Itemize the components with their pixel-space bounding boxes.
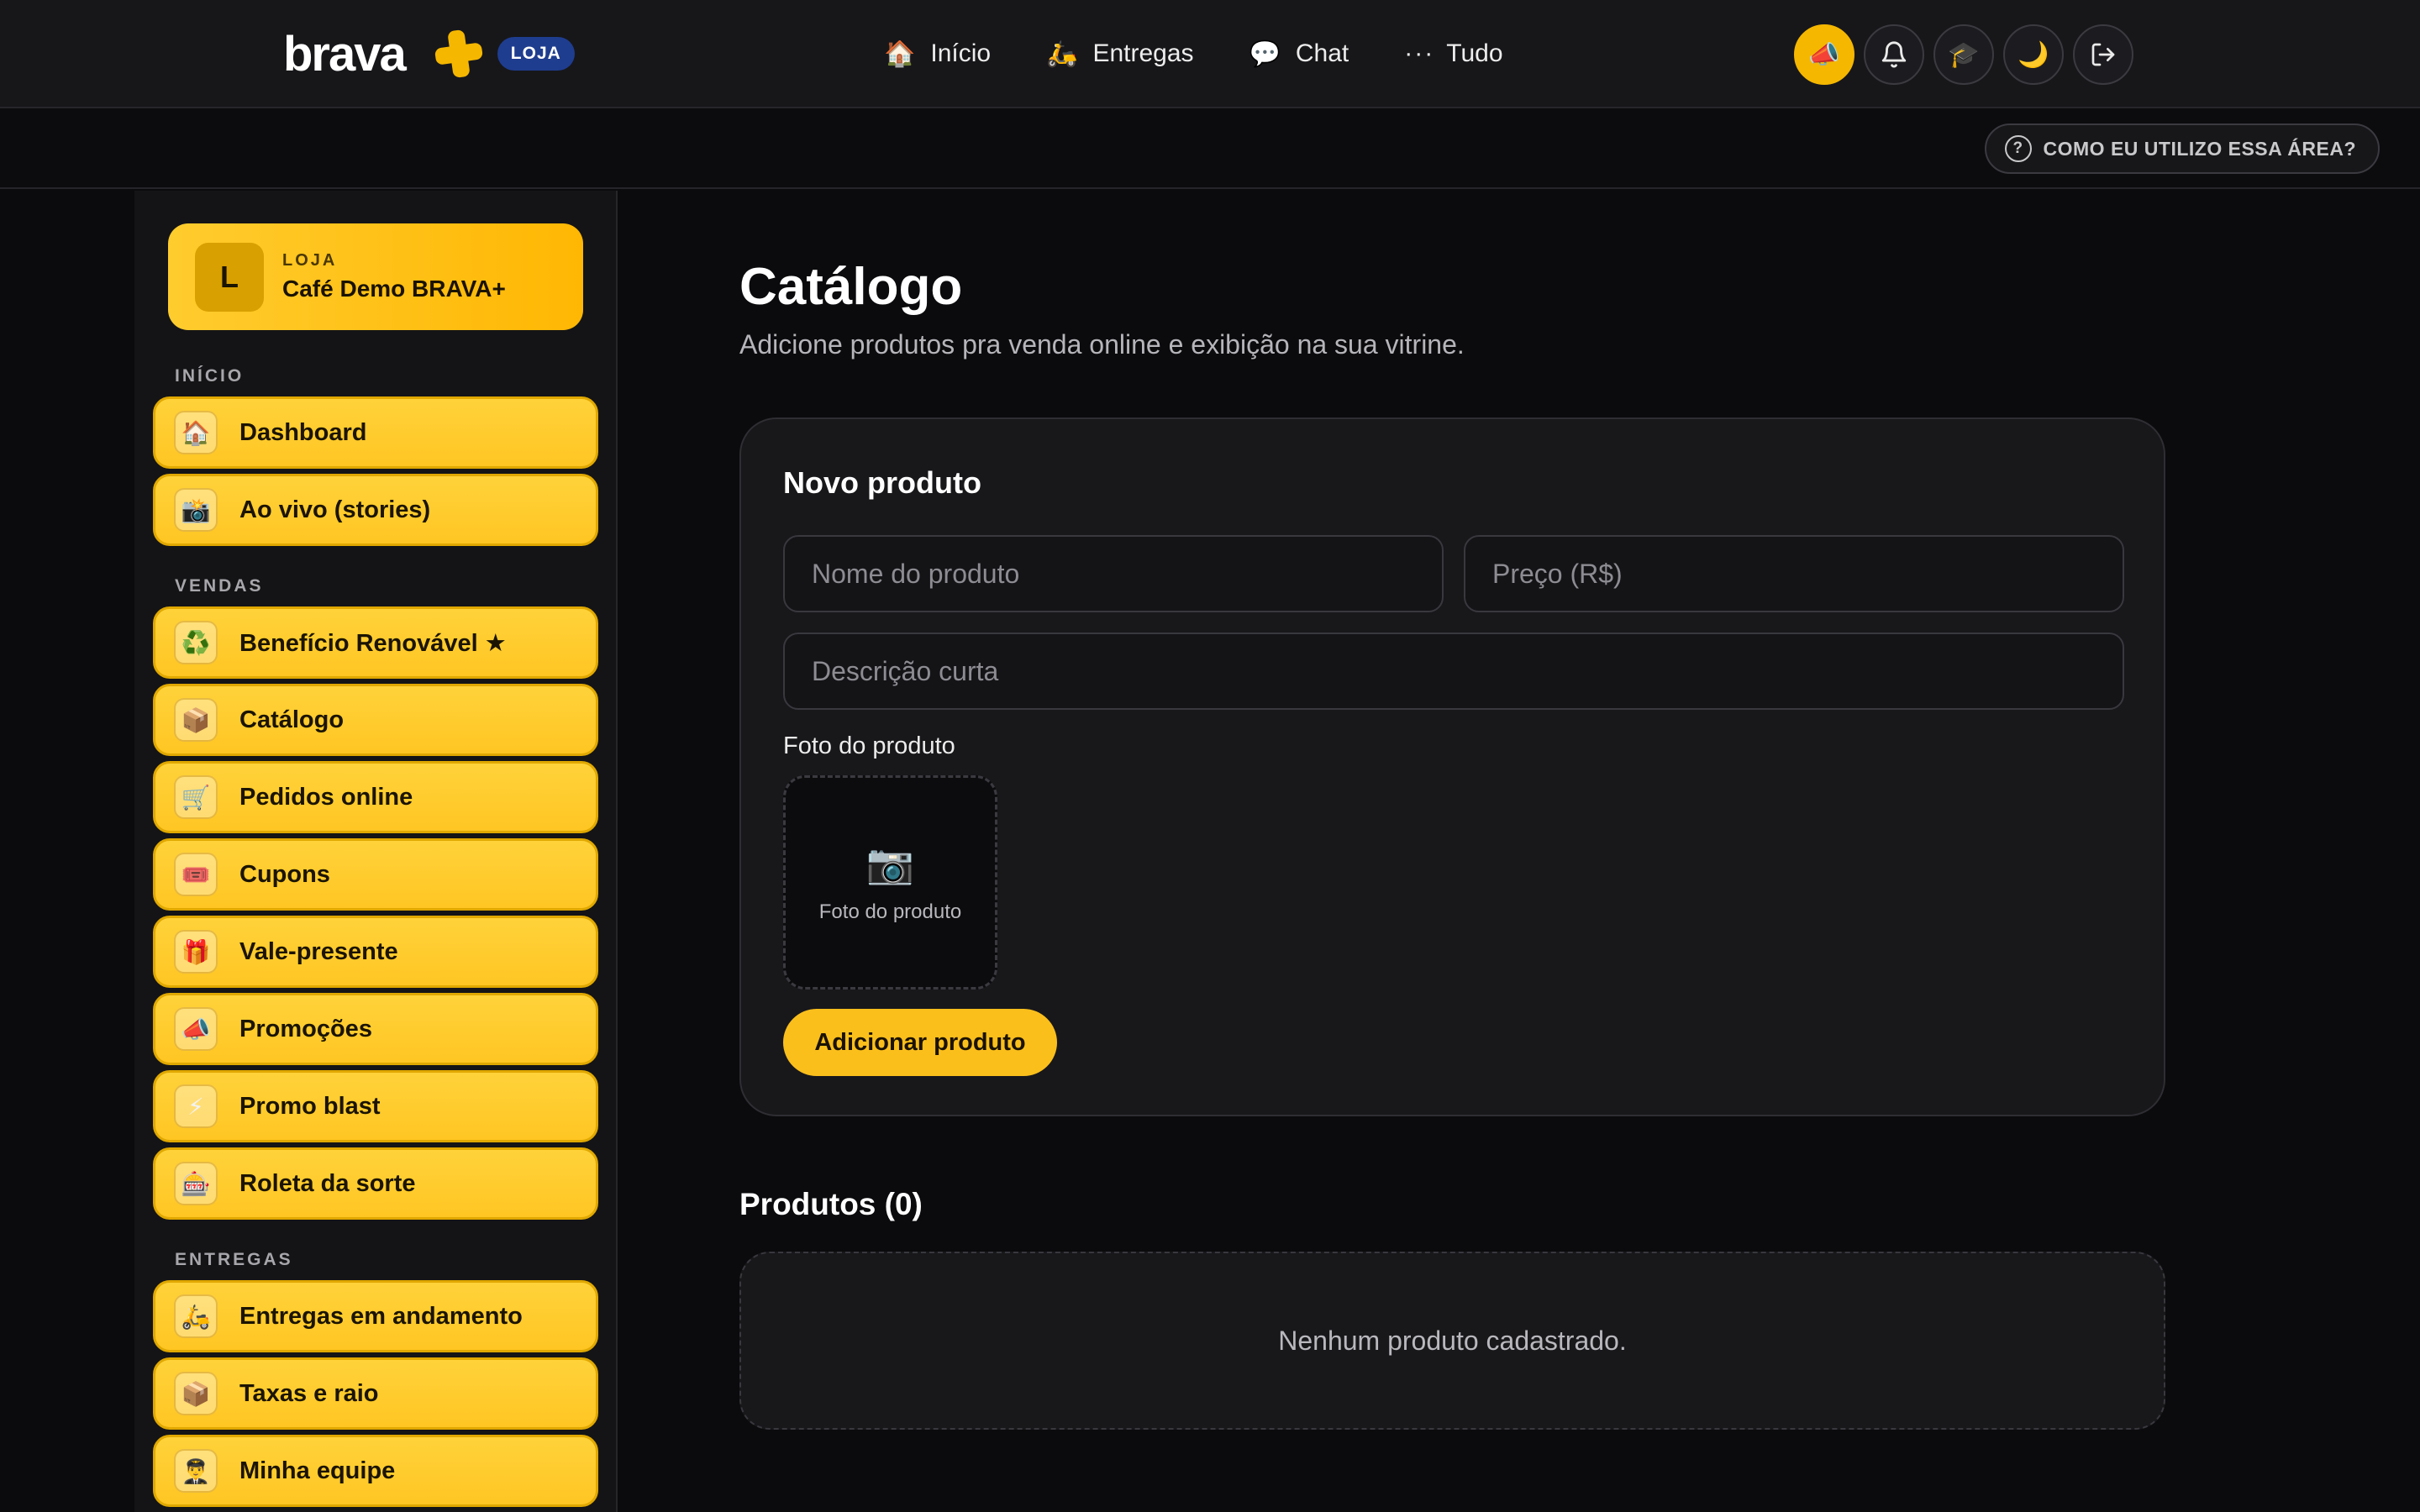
section-label-vendas: VENDAS [175, 576, 264, 596]
bell-icon [1881, 41, 1907, 68]
nav-link-inicio[interactable]: 🏠 Início [884, 39, 991, 69]
sidebar-item-label: Roleta da sorte [239, 1169, 416, 1197]
sidebar-item-label: Vale-presente [239, 937, 398, 965]
sidebar: L LOJA Café Demo BRAVA+ INÍCIO 🏠 Dashboa… [134, 191, 618, 1512]
help-button[interactable]: ? COMO EU UTILIZO ESSA ÁREA? [1984, 123, 2380, 174]
gift-icon: 🎁 [174, 930, 218, 974]
megaphone-icon: 📣 [174, 1007, 218, 1051]
page-title: Catálogo [739, 258, 963, 316]
sidebar-item-roleta-da-sorte[interactable]: 🎰 Roleta da sorte [153, 1147, 598, 1220]
sidebar-item-label: Cupons [239, 860, 330, 888]
learn-button[interactable]: 🎓 [1933, 24, 1994, 85]
product-price-input[interactable] [1464, 535, 2124, 612]
sidebar-item-label: Minha equipe [239, 1457, 396, 1484]
package-icon: 📦 [174, 1372, 218, 1415]
section-label-inicio: INÍCIO [175, 366, 245, 386]
sidebar-item-ao-vivo[interactable]: 📸 Ao vivo (stories) [153, 474, 598, 546]
nav-link-label: Tudo [1446, 39, 1503, 67]
sidebar-item-label: Ao vivo (stories) [239, 496, 431, 523]
photo-upload-hint: Foto do produto [818, 900, 962, 923]
sidebar-item-label: Dashboard [239, 418, 367, 446]
sidebar-item-pedidos-online[interactable]: 🛒 Pedidos online [153, 761, 598, 833]
recycle-icon: ♻️ [174, 621, 218, 664]
scooter-icon: 🛵 [174, 1294, 218, 1338]
cart-icon: 🛒 [174, 775, 218, 819]
nav-link-label: Entregas [1092, 39, 1194, 67]
nav-link-entregas[interactable]: 🛵 Entregas [1046, 39, 1193, 69]
sidebar-item-taxas-e-raio[interactable]: 📦 Taxas e raio [153, 1357, 598, 1430]
nav-link-chat[interactable]: 💬 Chat [1249, 39, 1349, 69]
notifications-button[interactable] [1864, 24, 1924, 85]
home-icon: 🏠 [174, 411, 218, 454]
top-navbar: brava LOJA 🏠 Início 🛵 Entregas 💬 Chat ··… [0, 0, 2420, 108]
camera-icon: 📷 [865, 842, 915, 885]
lightning-icon: ⚡ [174, 1084, 218, 1128]
store-badge: LOJA [497, 37, 575, 71]
ticket-icon: 🎟️ [174, 853, 218, 896]
main-nav: 🏠 Início 🛵 Entregas 💬 Chat ··· Tudo [884, 30, 1559, 77]
sidebar-item-catalogo[interactable]: 📦 Catálogo [153, 684, 598, 756]
sidebar-item-entregas-em-andamento[interactable]: 🛵 Entregas em andamento [153, 1280, 598, 1352]
megaphone-icon: 📣 [1808, 40, 1840, 69]
sidebar-item-label: Benefício Renovável ★ [239, 629, 507, 657]
question-icon: ? [2004, 135, 2032, 162]
photo-label: Foto do produto [783, 732, 955, 759]
sidebar-item-vale-presente[interactable]: 🎁 Vale-presente [153, 916, 598, 988]
product-name-input[interactable] [783, 535, 1444, 612]
sidebar-item-label: Promo blast [239, 1092, 381, 1120]
camera-flash-icon: 📸 [174, 488, 218, 532]
promo-button[interactable]: 📣 [1794, 24, 1854, 85]
photo-upload-dropzone[interactable]: 📷 Foto do produto [783, 775, 997, 990]
sidebar-item-label: Catálogo [239, 706, 345, 733]
new-product-card: Novo produto Foto do produto 📷 Foto do p… [739, 417, 2165, 1116]
sidebar-item-minha-equipe[interactable]: 👨‍✈️ Minha equipe [153, 1435, 598, 1507]
store-card[interactable]: L LOJA Café Demo BRAVA+ [168, 223, 583, 330]
help-label: COMO EU UTILIZO ESSA ÁREA? [2043, 137, 2356, 160]
chat-bubble-icon: 💬 [1249, 39, 1281, 68]
nav-link-label: Chat [1295, 39, 1349, 67]
logout-icon [2091, 43, 2115, 66]
logout-button[interactable] [2073, 24, 2133, 85]
sidebar-item-promocoes[interactable]: 📣 Promoções [153, 993, 598, 1065]
nav-link-label: Início [930, 39, 992, 67]
slot-machine-icon: 🎰 [174, 1162, 218, 1205]
add-product-button[interactable]: Adicionar produto [783, 1009, 1057, 1076]
package-icon: 📦 [174, 698, 218, 742]
sidebar-item-label: Entregas em andamento [239, 1302, 523, 1330]
page-subtitle: Adicione produtos pra venda online e exi… [739, 329, 1465, 360]
section-label-entregas: ENTREGAS [175, 1250, 293, 1269]
more-dots-icon: ··· [1404, 39, 1435, 67]
sidebar-item-dashboard[interactable]: 🏠 Dashboard [153, 396, 598, 469]
sidebar-item-label: Promoções [239, 1015, 372, 1042]
sidebar-item-cupons[interactable]: 🎟️ Cupons [153, 838, 598, 911]
product-description-input[interactable] [783, 633, 2124, 710]
sidebar-item-label: Pedidos online [239, 783, 413, 811]
new-product-title: Novo produto [783, 465, 981, 500]
store-name: Café Demo BRAVA+ [282, 276, 506, 302]
plus-icon [434, 29, 483, 79]
nav-link-tudo[interactable]: ··· Tudo [1404, 39, 1502, 68]
pilot-icon: 👨‍✈️ [174, 1449, 218, 1493]
nav-actions: 📣 🎓 🌙 [1794, 24, 2143, 85]
store-avatar: L [195, 242, 264, 312]
brand-logo[interactable]: brava LOJA [283, 25, 575, 82]
sub-bar: ? COMO EU UTILIZO ESSA ÁREA? [0, 108, 2420, 189]
graduation-cap-icon: 🎓 [1948, 40, 1980, 69]
empty-state-text: Nenhum produto cadastrado. [1278, 1325, 1627, 1356]
brand-wordmark: brava [283, 26, 407, 81]
theme-toggle-button[interactable]: 🌙 [2003, 24, 2064, 85]
sidebar-item-beneficio-renovavel[interactable]: ♻️ Benefício Renovável ★ [153, 606, 598, 679]
sidebar-item-label: Taxas e raio [239, 1379, 379, 1407]
products-empty-state: Nenhum produto cadastrado. [739, 1252, 2165, 1430]
home-icon: 🏠 [884, 39, 916, 68]
sidebar-item-promo-blast[interactable]: ⚡ Promo blast [153, 1070, 598, 1142]
products-title: Produtos (0) [739, 1187, 923, 1221]
scooter-icon: 🛵 [1046, 39, 1078, 68]
store-kicker: LOJA [282, 251, 338, 270]
moon-icon: 🌙 [2018, 40, 2049, 69]
